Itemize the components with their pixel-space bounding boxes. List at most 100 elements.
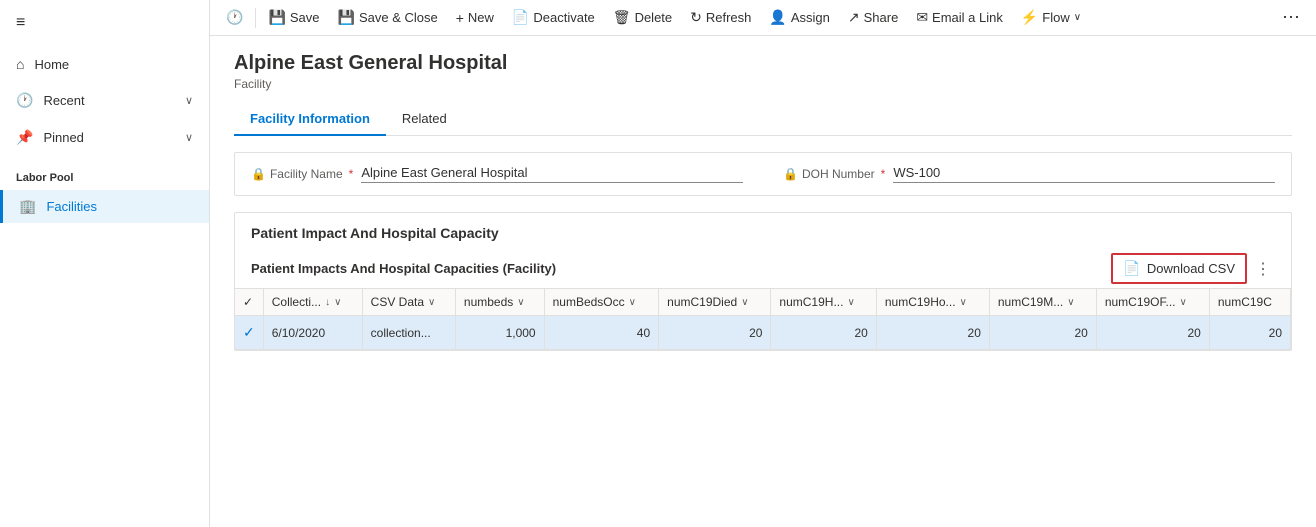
download-csv-label: Download CSV	[1147, 261, 1235, 276]
home-icon: ⌂	[16, 56, 24, 72]
col-collecti-header[interactable]: Collecti... ↓ ∨	[263, 289, 362, 316]
chevron-down-icon: ∨	[334, 297, 341, 308]
row-numC19OF-cell: 20	[1096, 316, 1209, 350]
deactivate-label: Deactivate	[533, 10, 594, 25]
chevron-down-icon: ∨	[847, 297, 854, 308]
toolbar: 🕐 💾 Save 💾 Save & Close + New 📄 Deactiva…	[210, 0, 1316, 36]
refresh-button[interactable]: ↻ Refresh	[682, 5, 759, 30]
share-icon: ↗	[848, 9, 860, 26]
subgrid-more-button[interactable]: ⋮	[1251, 259, 1275, 279]
subgrid-title: Patient Impact And Hospital Capacity	[235, 213, 1291, 249]
deactivate-button[interactable]: 📄 Deactivate	[504, 5, 603, 30]
table-row[interactable]: ✓ 6/10/2020 collection... 1,000 40 20 20…	[235, 316, 1291, 350]
facility-name-value[interactable]: Alpine East General Hospital	[361, 165, 743, 183]
email-link-label: Email a Link	[932, 10, 1003, 25]
sidebar-item-facilities[interactable]: 🏢 Facilities	[0, 190, 209, 223]
delete-label: Delete	[635, 10, 673, 25]
save-close-label: Save & Close	[359, 10, 438, 25]
col-numbedsOcc-header[interactable]: numBedsOcc ∨	[544, 289, 659, 316]
refresh-icon: ↻	[690, 9, 702, 26]
hamburger-menu[interactable]: ≡	[0, 0, 209, 46]
new-button[interactable]: + New	[448, 6, 502, 30]
delete-button[interactable]: 🗑 Delete	[605, 5, 680, 30]
record-subtitle: Facility	[234, 77, 1292, 91]
check-icon: ✓	[243, 295, 253, 309]
flow-button[interactable]: ⚡ Flow ∨	[1013, 5, 1089, 30]
sidebar-item-recent[interactable]: 🕐 Recent ∨	[0, 82, 209, 119]
share-label: Share	[864, 10, 899, 25]
chevron-down-icon: ∨	[185, 131, 193, 144]
save-icon: 💾	[268, 9, 285, 26]
col-numC19Ho-header[interactable]: numC19Ho... ∨	[876, 289, 989, 316]
col-numC19OF-header[interactable]: numC19OF... ∨	[1096, 289, 1209, 316]
facility-name-field-group: 🔒 Facility Name * Alpine East General Ho…	[251, 165, 743, 183]
assign-icon: 👤	[769, 9, 786, 26]
row-numC19H-cell: 20	[771, 316, 876, 350]
content-area: Alpine East General Hospital Facility Fa…	[210, 36, 1316, 527]
col-numbeds-header[interactable]: numbeds ∨	[455, 289, 544, 316]
lock-icon: 🔒	[783, 167, 798, 181]
toolbar-divider	[255, 8, 256, 28]
doh-number-label: 🔒 DOH Number *	[783, 167, 885, 181]
col-csvdata-header[interactable]: CSV Data ∨	[362, 289, 455, 316]
row-csvdata-cell: collection...	[362, 316, 455, 350]
row-numC19Died-cell: 20	[659, 316, 771, 350]
main-content: 🕐 💾 Save 💾 Save & Close + New 📄 Deactiva…	[210, 0, 1316, 527]
new-icon: +	[456, 10, 464, 26]
col-check-header[interactable]: ✓	[235, 289, 263, 316]
sidebar-home-label: Home	[34, 57, 69, 72]
more-options-button[interactable]: ⋯	[1274, 3, 1308, 32]
chevron-down-icon: ∨	[428, 297, 435, 308]
save-close-button[interactable]: 💾 Save & Close	[330, 5, 446, 30]
new-label: New	[468, 10, 494, 25]
record-title: Alpine East General Hospital	[234, 52, 1292, 75]
sidebar-item-home[interactable]: ⌂ Home	[0, 46, 209, 82]
chevron-down-icon: ∨	[741, 297, 748, 308]
doh-number-value[interactable]: WS-100	[893, 165, 1275, 183]
sort-icon: ↓	[325, 297, 330, 308]
col-numC19c-header[interactable]: numC19C	[1209, 289, 1290, 316]
download-csv-button[interactable]: 📄 Download CSV	[1111, 253, 1247, 284]
table-header-row: ✓ Collecti... ↓ ∨ CSV Da	[235, 289, 1291, 316]
sidebar-recent-label: Recent	[43, 93, 84, 108]
subgrid-section: Patient Impact And Hospital Capacity Pat…	[234, 212, 1292, 351]
save-close-icon: 💾	[338, 9, 355, 26]
assign-button[interactable]: 👤 Assign	[761, 5, 837, 30]
csv-icon: 📄	[1123, 260, 1140, 277]
row-numbedsOcc-cell: 40	[544, 316, 659, 350]
share-button[interactable]: ↗ Share	[840, 5, 906, 30]
lock-icon: 🔒	[251, 167, 266, 181]
save-label: Save	[290, 10, 320, 25]
chevron-down-icon: ∨	[1067, 297, 1074, 308]
col-numC19Died-header[interactable]: numC19Died ∨	[659, 289, 771, 316]
doh-number-field-group: 🔒 DOH Number * WS-100	[783, 165, 1275, 183]
email-link-button[interactable]: ✉ Email a Link	[908, 5, 1011, 30]
sidebar-item-pinned[interactable]: 📌 Pinned ∨	[0, 119, 209, 156]
row-date-cell: 6/10/2020	[263, 316, 362, 350]
tab-bar: Facility Information Related	[234, 103, 1292, 136]
col-numC19H-header[interactable]: numC19H... ∨	[771, 289, 876, 316]
tab-facility-information[interactable]: Facility Information	[234, 103, 386, 136]
chevron-down-icon: ∨	[960, 297, 967, 308]
chevron-down-icon: ∨	[1180, 297, 1187, 308]
recent-icon: 🕐	[16, 92, 33, 109]
deactivate-icon: 📄	[512, 9, 529, 26]
col-numC19M-header[interactable]: numC19M... ∨	[989, 289, 1096, 316]
row-check-cell: ✓	[235, 316, 263, 350]
row-numbeds-cell: 1,000	[455, 316, 544, 350]
chevron-down-icon: ∨	[629, 297, 636, 308]
assign-label: Assign	[791, 10, 830, 25]
subgrid-label: Patient Impacts And Hospital Capacities …	[251, 261, 556, 276]
history-button[interactable]: 🕐	[218, 5, 251, 30]
sidebar-section-label: Labor Pool	[0, 156, 209, 190]
facility-name-label: 🔒 Facility Name *	[251, 167, 353, 181]
chevron-down-icon: ∨	[517, 297, 524, 308]
pinned-icon: 📌	[16, 129, 33, 146]
email-icon: ✉	[916, 9, 928, 26]
flow-icon: ⚡	[1021, 9, 1038, 26]
save-button[interactable]: 💾 Save	[260, 5, 327, 30]
tab-related[interactable]: Related	[386, 103, 463, 136]
subgrid-toolbar: Patient Impacts And Hospital Capacities …	[235, 249, 1291, 289]
sidebar: ≡ ⌂ Home 🕐 Recent ∨ 📌 Pinned ∨ Labor Poo…	[0, 0, 210, 527]
row-selected-icon: ✓	[243, 324, 255, 340]
